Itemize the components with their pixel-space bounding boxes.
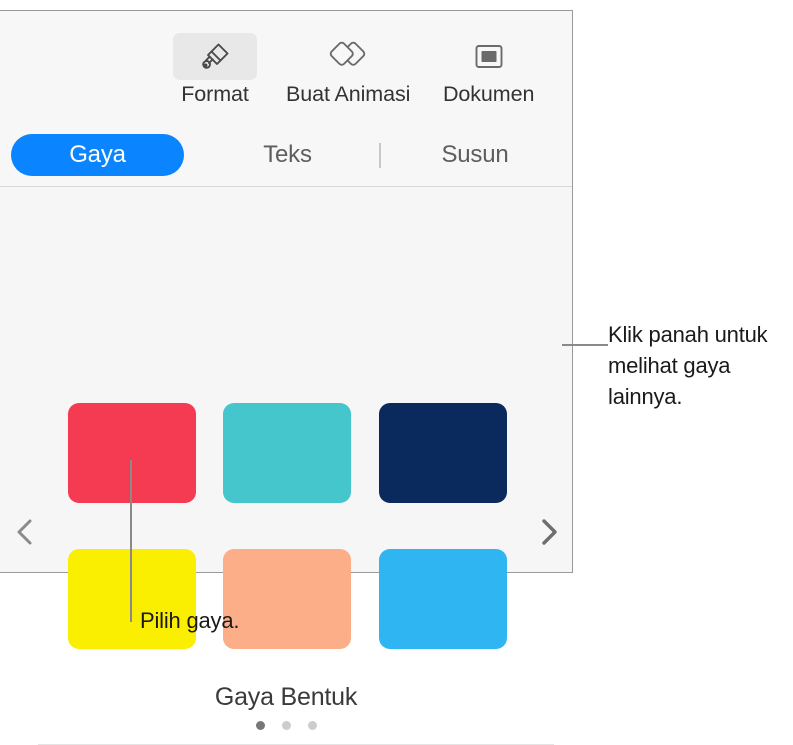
toolbar-label-format: Format: [181, 82, 249, 107]
paintbrush-icon: [173, 33, 257, 80]
callout-right-text: Klik panah untuk melihat gaya lainnya.: [608, 319, 793, 412]
callout-bottom-text: Pilih gaya.: [140, 605, 239, 636]
document-rectangle-icon: [447, 33, 531, 80]
page-dot-2[interactable]: [282, 721, 291, 730]
style-swatch-teal[interactable]: [223, 403, 351, 503]
document-rectangle-icon-svg: [472, 42, 506, 72]
format-inspector-panel: Format Buat Animasi Dokumen: [0, 10, 573, 573]
tab-teks[interactable]: Teks: [215, 134, 360, 176]
chevron-right-icon-svg: [532, 512, 566, 552]
style-swatch-red[interactable]: [68, 403, 196, 503]
swatch-group-caption: Gaya Bentuk: [0, 683, 572, 712]
inspector-tab-row: Gaya Teks Susun: [0, 123, 572, 187]
toolbar-label-animate: Buat Animasi: [286, 82, 410, 107]
toolbar-button-document[interactable]: Dokumen: [443, 33, 534, 107]
tab-gaya[interactable]: Gaya: [11, 134, 184, 176]
paintbrush-icon-svg: [198, 40, 232, 74]
inspector-toolbar: Format Buat Animasi Dokumen: [0, 11, 572, 124]
style-swatch-light-blue[interactable]: [379, 549, 507, 649]
overlapping-diamonds-icon-svg: [326, 38, 370, 76]
chevron-left-icon-svg: [8, 512, 42, 552]
page-dots: [0, 721, 572, 730]
overlapping-diamonds-icon: [306, 33, 390, 80]
shape-style-swatch-area: Gaya Bentuk: [0, 187, 572, 572]
toolbar-button-format[interactable]: Format: [173, 33, 257, 107]
toolbar-button-animate[interactable]: Buat Animasi: [286, 33, 410, 107]
callout-right-leader-line: [562, 344, 608, 346]
page-dot-1[interactable]: [256, 721, 265, 730]
page-dot-3[interactable]: [308, 721, 317, 730]
chevron-left-icon[interactable]: [8, 512, 42, 552]
callout-bottom-leader-line: [130, 460, 132, 622]
toolbar-label-document: Dokumen: [443, 82, 534, 107]
style-swatch-peach[interactable]: [223, 549, 351, 649]
style-swatch-navy[interactable]: [379, 403, 507, 503]
tab-divider: [379, 143, 381, 168]
tab-susun[interactable]: Susun: [400, 134, 550, 176]
chevron-right-icon[interactable]: [532, 512, 566, 552]
